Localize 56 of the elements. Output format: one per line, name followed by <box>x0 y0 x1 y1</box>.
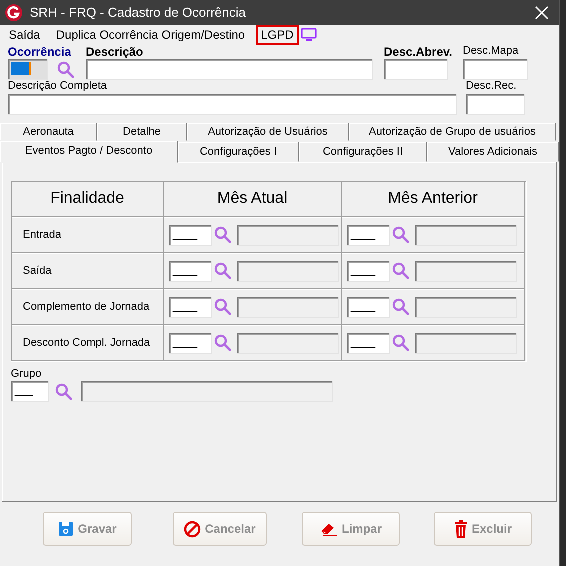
eraser-icon <box>320 521 338 537</box>
search-icon[interactable] <box>392 298 410 316</box>
input-field[interactable] <box>86 59 373 80</box>
input-field[interactable] <box>466 94 525 115</box>
input-field[interactable] <box>8 94 457 115</box>
tab[interactable]: Configurações I <box>178 142 299 162</box>
row-label: Entrada <box>23 229 62 241</box>
menu-item[interactable]: Saída <box>4 25 46 45</box>
search-icon[interactable] <box>392 262 410 280</box>
input-field[interactable]: ____ <box>169 296 212 318</box>
tab[interactable]: Configurações II <box>299 142 427 162</box>
row-label: Desconto Compl. Jornada <box>23 337 150 349</box>
monitor-icon[interactable] <box>300 28 317 42</box>
prohibited-icon <box>184 520 202 538</box>
search-icon[interactable] <box>214 334 232 352</box>
trash-can-icon <box>454 520 468 538</box>
row-label: Saída <box>23 265 52 277</box>
menu-item[interactable]: LGPD <box>256 25 299 45</box>
row-label: Complemento de Jornada <box>23 301 150 313</box>
search-icon[interactable] <box>392 226 410 244</box>
field-label: Ocorrência <box>8 45 72 59</box>
search-icon[interactable] <box>392 334 410 352</box>
field-label: Descrição Completa <box>8 80 108 94</box>
column-header: Mês Atual <box>217 190 288 208</box>
field-label: Desc.Rec. <box>466 80 518 94</box>
window-title: SRH - FRQ - Cadastro de Ocorrência <box>30 5 248 20</box>
field-label: Grupo <box>11 368 42 380</box>
search-icon[interactable] <box>55 382 73 400</box>
input-field[interactable] <box>463 59 528 80</box>
input-field[interactable]: ____ <box>169 260 212 282</box>
tab[interactable]: Detalhe <box>97 123 187 141</box>
close-icon[interactable] <box>535 6 549 20</box>
input-field[interactable] <box>8 59 48 80</box>
input-field[interactable]: ____ <box>347 224 390 246</box>
input-field[interactable]: ____ <box>169 332 212 354</box>
search-icon[interactable] <box>214 226 232 244</box>
input-field[interactable]: ____ <box>347 296 390 318</box>
input-field[interactable]: ____ <box>347 332 390 354</box>
column-header: Mês Anterior <box>388 190 478 208</box>
tab[interactable]: Autorização de Grupo de usuários <box>349 123 556 141</box>
field-label: Descrição <box>86 45 144 59</box>
column-header: Finalidade <box>50 190 124 208</box>
input-field[interactable]: ____ <box>347 260 390 282</box>
menu-item[interactable]: Duplica Ocorrência Origem/Destino <box>51 25 250 45</box>
input-field[interactable] <box>384 59 448 80</box>
input-field[interactable]: ____ <box>169 224 212 246</box>
search-icon[interactable] <box>214 298 232 316</box>
tab[interactable]: Autorização de Usuários <box>187 123 349 141</box>
field-label: Desc.Mapa <box>463 45 520 59</box>
tab[interactable]: Valores Adicionais <box>427 142 559 162</box>
tab[interactable]: Eventos Pagto / Desconto <box>0 141 178 163</box>
search-icon[interactable] <box>57 60 75 78</box>
search-icon[interactable] <box>214 262 232 280</box>
app-logo-icon <box>5 4 23 22</box>
tab[interactable]: Aeronauta <box>0 123 97 141</box>
input-field[interactable]: ___ <box>11 381 49 402</box>
